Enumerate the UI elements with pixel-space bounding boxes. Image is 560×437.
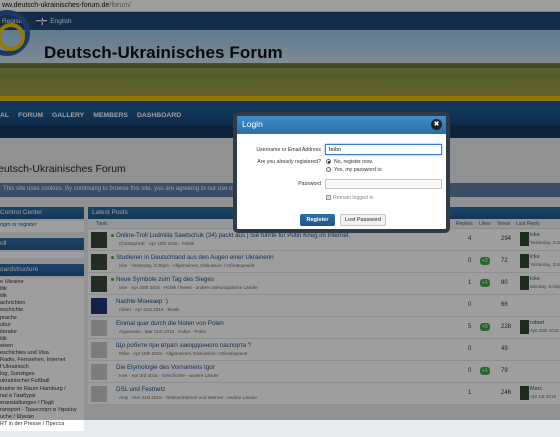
- lost-password-button[interactable]: Lost Password: [340, 214, 386, 226]
- radio-register-now-label[interactable]: No, register now.: [334, 159, 373, 165]
- username-input[interactable]: bobo: [325, 144, 442, 155]
- username-label: Username or Email Address: [256, 147, 321, 153]
- remain-logged-in-checkbox[interactable]: ✓: [326, 195, 331, 200]
- radio-register-now[interactable]: [326, 159, 331, 164]
- remain-logged-in-label[interactable]: Remain logged in: [333, 195, 373, 201]
- registered-question-label: Are you already registered?: [257, 159, 321, 165]
- board-item[interactable]: RT in der Presse / Пресса: [0, 421, 84, 428]
- close-icon[interactable]: ✖: [431, 119, 442, 130]
- password-input[interactable]: [325, 179, 442, 189]
- login-dialog-header: Login ✖: [237, 116, 446, 134]
- radio-have-password-label[interactable]: Yes, my password is:: [334, 167, 383, 173]
- login-dialog: Login ✖ Username or Email Address bobo A…: [233, 112, 450, 233]
- password-label: Password: [298, 181, 321, 187]
- register-button[interactable]: Register: [300, 214, 335, 226]
- login-dialog-title: Login: [242, 119, 263, 129]
- radio-have-password[interactable]: [326, 167, 331, 172]
